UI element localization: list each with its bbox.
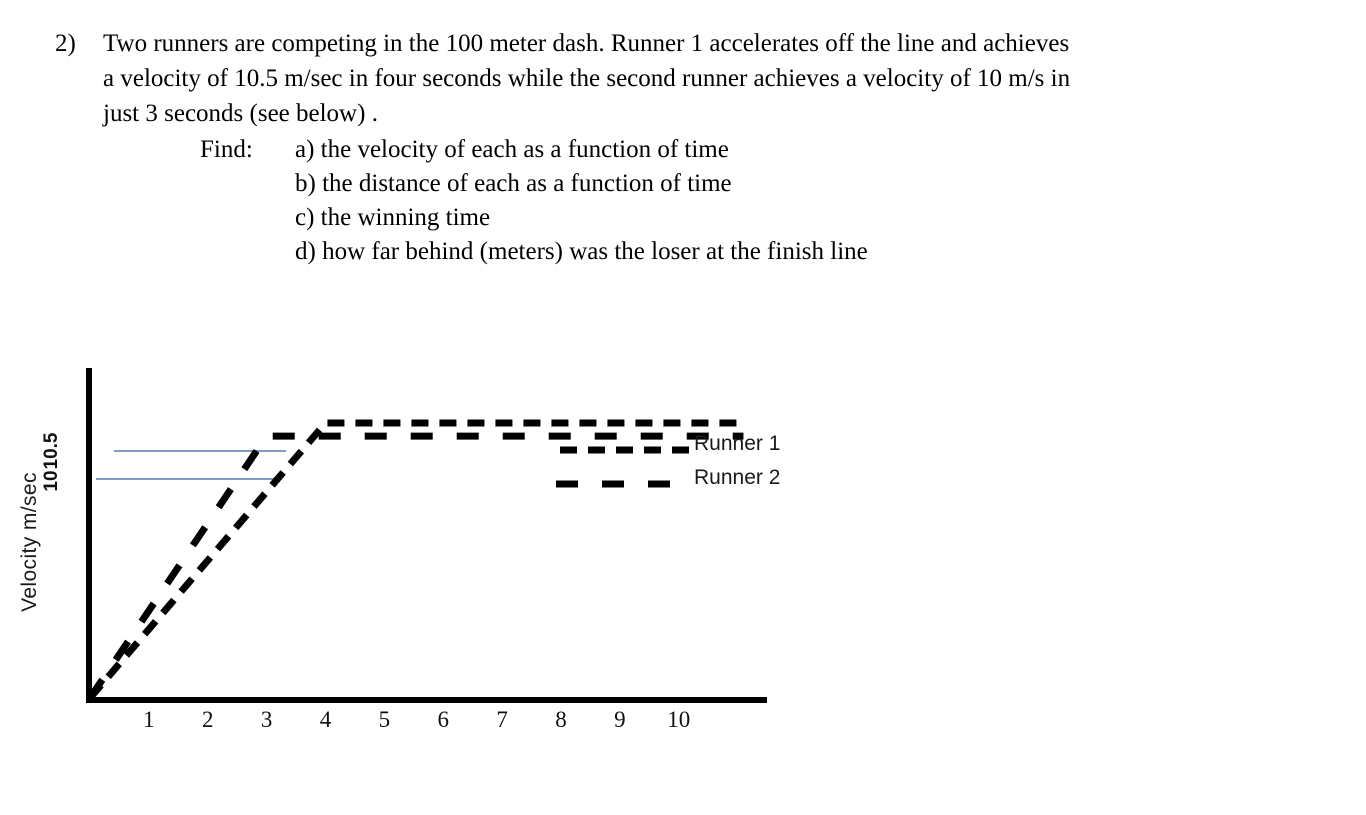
legend-label-runner-2: Runner 2 (694, 466, 781, 489)
problem-text: Two runners are competing in the 100 met… (103, 26, 1285, 131)
x-tick-label-6: 6 (437, 707, 449, 732)
find-label: Find: (200, 136, 253, 163)
x-tick-label-4: 4 (319, 707, 332, 732)
find-items-list: a) the velocity of each as a function of… (295, 133, 868, 269)
x-tick-label-9: 9 (614, 707, 626, 732)
x-tick-label-7: 7 (496, 707, 508, 732)
x-tick-label-3: 3 (260, 707, 273, 732)
x-tick-label-1: 1 (143, 707, 155, 732)
problem-statement: 2) Two runners are competing in the 100 … (55, 26, 1285, 131)
find-item-a: a) the velocity of each as a function of… (295, 136, 729, 163)
x-tick-label-8: 8 (555, 707, 567, 732)
problem-line-3: just 3 seconds (see below) . (103, 100, 378, 127)
plot-area (87, 419, 744, 701)
problem-line-1: Two runners are competing in the 100 met… (103, 30, 1070, 57)
problem-number: 2) (55, 30, 76, 57)
find-item-c: c) the winning time (295, 204, 491, 231)
series-line-runner-1 (87, 419, 744, 701)
x-tick-label-5: 5 (378, 707, 391, 732)
problem-row: 2) Two runners are competing in the 100 … (55, 26, 1285, 131)
series-line-runner-2 (87, 432, 744, 700)
find-item-b: b) the distance of each as a function of… (295, 170, 732, 197)
find-item-d: d) how far behind (meters) was the loser… (295, 238, 868, 265)
legend-label-runner-1: Runner 1 (694, 432, 781, 455)
problem-line-2: a velocity of 10.5 m/sec in four seconds… (103, 65, 1071, 92)
velocity-time-chart: Velocity m/sec 10.5 10 Runner 1 Runner 2… (0, 340, 860, 760)
x-tick-label-10: 10 (667, 707, 691, 732)
find-block: Find: a) the velocity of each as a funct… (200, 133, 868, 269)
x-tick-label-2: 2 (201, 707, 214, 732)
